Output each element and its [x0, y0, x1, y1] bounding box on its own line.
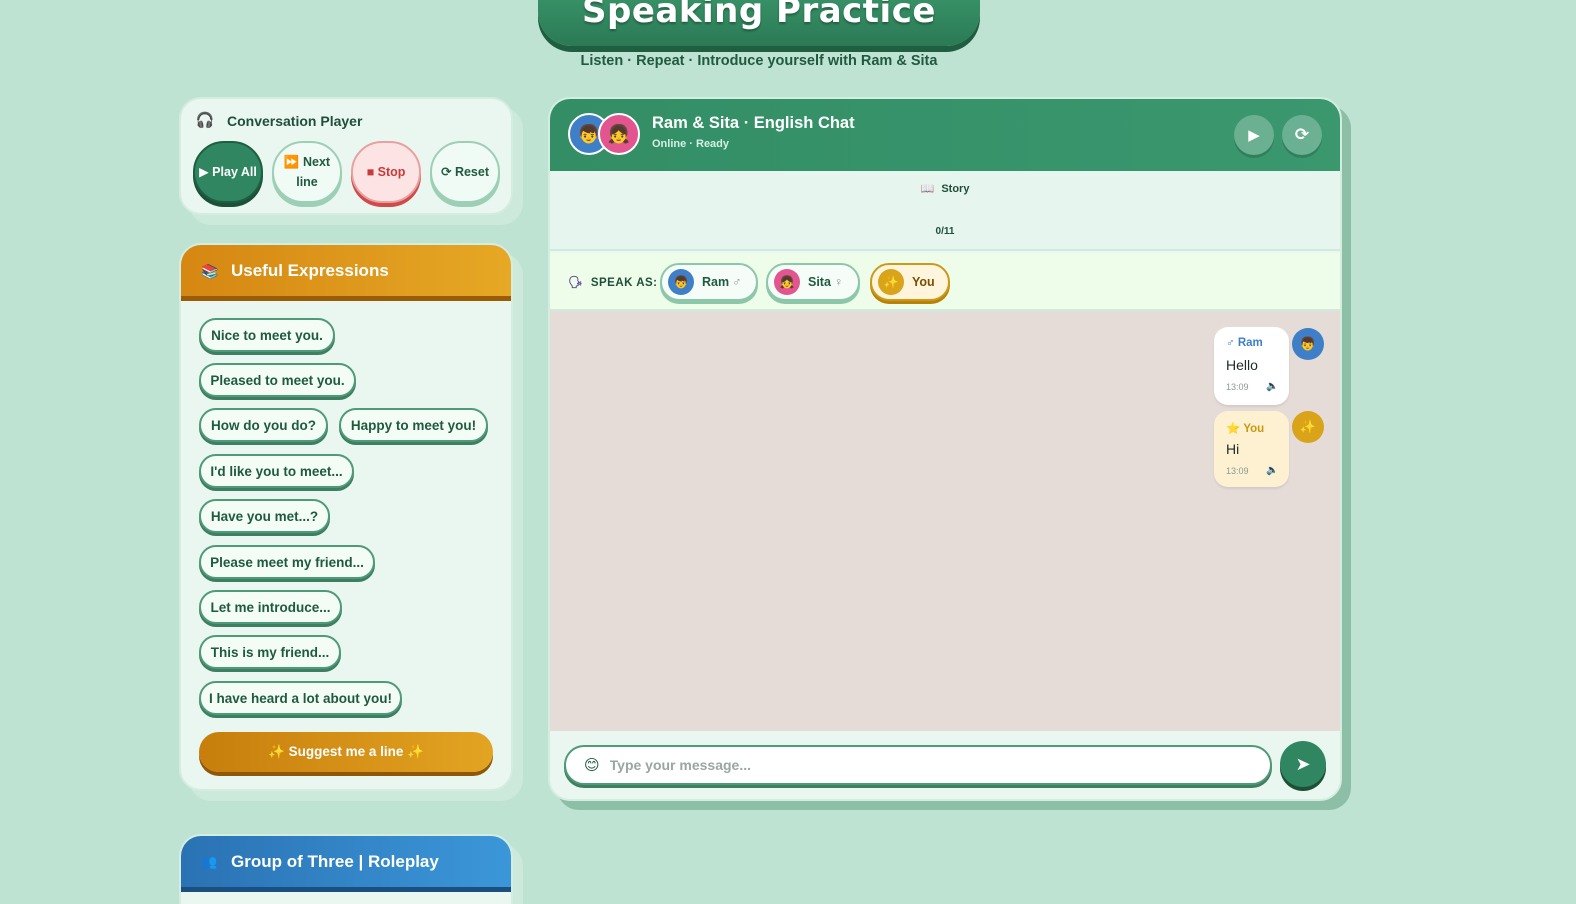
message-list: ♂ Ram Hello 13:09 🔈 👦 ⭐ You Hi 13:09 🔈 ✨ [550, 311, 1340, 731]
chat-status: Online · Ready [652, 138, 730, 150]
player-header: 🎧 Conversation Player [195, 111, 363, 131]
page-subtitle: Listen · Repeat · Introduce yourself wit… [580, 53, 938, 69]
group-roleplay-header[interactable]: 👥 Group of Three | Roleplay [181, 836, 511, 892]
page-title: Speaking Practice [582, 0, 936, 31]
speaker-icon[interactable]: 🔈 [1266, 465, 1278, 476]
book-icon: 📖 [920, 183, 935, 195]
useful-expressions-header: 📚 Useful Expressions [181, 245, 511, 301]
sita-avatar: 👧 [598, 113, 640, 155]
speak-as-label-row: 🗣 SPEAK AS: [568, 275, 658, 289]
male-symbol-icon: ♂ [732, 275, 742, 289]
message-avatar-you: ✨ [1292, 411, 1324, 443]
books-icon: 📚 [201, 262, 219, 279]
sita-role-avatar: 👧 [774, 269, 800, 295]
page-title-banner: Speaking Practice [538, 0, 980, 46]
chat-play-button[interactable]: ▶ [1234, 115, 1274, 155]
role-sita-button[interactable]: 👧 Sita ♀ [766, 263, 860, 301]
expression-chip[interactable]: Happy to meet you! [339, 408, 488, 442]
message-input[interactable] [609, 757, 1230, 773]
male-symbol-icon: ♂ [1226, 337, 1235, 349]
female-symbol-icon: ♀ [833, 275, 844, 289]
star-icon: ⭐ [1226, 423, 1241, 435]
emoji-icon[interactable]: 😊 [584, 756, 600, 774]
expression-chip[interactable]: Let me introduce... [199, 590, 342, 624]
conversation-player-card: 🎧 Conversation Player ▶ Play All ⏩ Next … [179, 97, 513, 215]
message-text: Hi [1226, 441, 1240, 457]
reset-button[interactable]: ⟳ Reset [430, 141, 500, 203]
expression-chip[interactable]: Nice to meet you. [199, 318, 335, 352]
story-label: Story [941, 183, 970, 195]
people-icon: 👥 [201, 853, 218, 869]
expression-chip[interactable]: Pleased to meet you. [199, 363, 356, 397]
message-input-bar: 😊 ➤ [550, 731, 1340, 799]
stop-button[interactable]: ■ Stop [351, 141, 421, 203]
speaker-icon[interactable]: 🔈 [1266, 381, 1278, 392]
message-time: 13:09 [1226, 382, 1249, 392]
expression-chip[interactable]: I'd like you to meet... [199, 454, 354, 488]
message-bubble-ram: ♂ Ram Hello 13:09 🔈 [1214, 327, 1289, 405]
restart-icon: ⟳ [1294, 125, 1310, 144]
expression-chip[interactable]: How do you do? [199, 408, 328, 442]
role-sita-label: Sita [808, 275, 831, 289]
story-label-row[interactable]: 📖 Story [550, 182, 1340, 195]
role-you-button[interactable]: ✨ You [870, 263, 950, 301]
message-bubble-you: ⭐ You Hi 13:09 🔈 [1214, 411, 1289, 487]
group-roleplay-card: 👥 Group of Three | Roleplay [179, 834, 513, 904]
speak-as-row: 🗣 SPEAK AS: 👦 Ram ♂ 👧 Sita ♀ ✨ You [550, 253, 1340, 311]
message-sender: ♂ Ram [1226, 337, 1263, 349]
send-icon: ➤ [1295, 753, 1311, 774]
useful-expressions-card: 📚 Useful Expressions Nice to meet you. P… [179, 243, 513, 791]
story-counter: 0/11 [935, 226, 955, 237]
role-ram-button[interactable]: 👦 Ram ♂ [660, 263, 758, 301]
expression-chip[interactable]: Have you met...? [199, 499, 330, 533]
next-line-button[interactable]: ⏩ Next line [272, 141, 342, 203]
story-progress-strip: 📖 Story 0/11 [550, 171, 1340, 251]
play-icon: ▶ [1248, 127, 1260, 144]
group-roleplay-title: Group of Three | Roleplay [231, 851, 439, 871]
message-avatar-ram: 👦 [1292, 328, 1324, 360]
suggest-line-button[interactable]: ✨ Suggest me a line ✨ [199, 732, 493, 772]
message-input-box: 😊 [564, 745, 1272, 785]
player-title: Conversation Player [227, 113, 363, 129]
message-sender: ⭐ You [1226, 423, 1265, 435]
chat-title: Ram & Sita · English Chat [652, 114, 855, 132]
sparkle-icon: ✨ [878, 269, 904, 295]
role-you-label: You [912, 275, 935, 289]
role-ram-label: Ram [702, 275, 730, 289]
message-text: Hello [1226, 357, 1258, 373]
send-button[interactable]: ➤ [1280, 741, 1326, 787]
speaking-head-icon: 🗣 [568, 277, 584, 289]
ram-role-avatar: 👦 [668, 269, 694, 295]
useful-expressions-title: Useful Expressions [231, 260, 389, 280]
chat-header: 👦 👧 Ram & Sita · English Chat Online · R… [550, 99, 1340, 171]
speak-as-label: SPEAK AS: [590, 277, 658, 289]
expression-chip[interactable]: I have heard a lot about you! [199, 681, 402, 715]
expression-chip[interactable]: This is my friend... [199, 635, 341, 669]
chat-restart-button[interactable]: ⟳ [1282, 115, 1322, 155]
message-time: 13:09 [1226, 466, 1249, 476]
headphones-icon: 🎧 [195, 112, 215, 129]
expression-chip[interactable]: Please meet my friend... [199, 545, 375, 579]
chat-window: 👦 👧 Ram & Sita · English Chat Online · R… [548, 97, 1342, 801]
play-all-button[interactable]: ▶ Play All [193, 141, 263, 203]
